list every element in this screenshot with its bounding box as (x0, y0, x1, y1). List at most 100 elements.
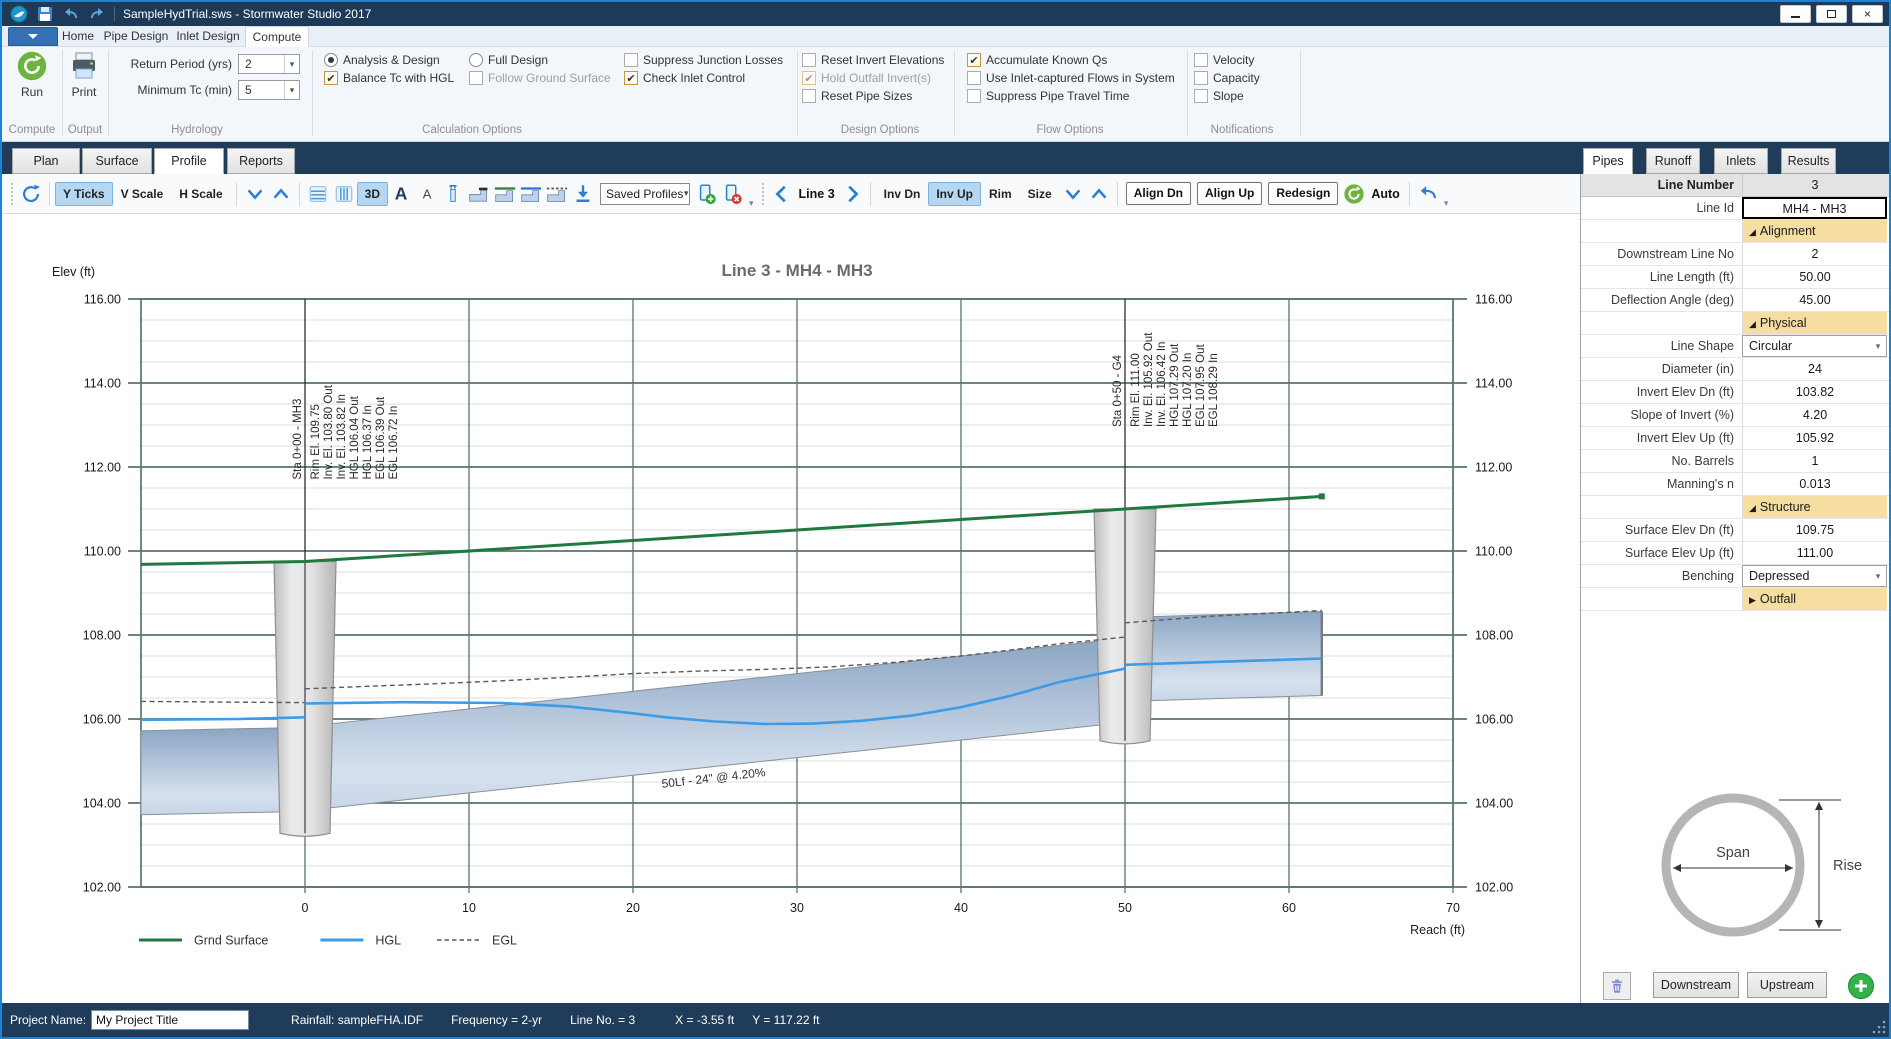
checkbox-reset-invert-elevations[interactable]: Reset Invert Elevations (802, 53, 944, 67)
ribbon-tab-inlet-design[interactable]: Inlet Design (173, 26, 243, 47)
view-tab-reports[interactable]: Reports (227, 148, 295, 174)
property-value[interactable]: Circular▾ (1742, 335, 1887, 357)
property-value[interactable]: 109.75 (1742, 519, 1887, 541)
upstream-button[interactable]: Upstream (1747, 972, 1827, 998)
next-line-icon[interactable] (839, 181, 865, 207)
checkbox-velocity[interactable]: Velocity (1194, 53, 1254, 67)
checkbox-hold-outfall-invert-s[interactable]: ✔Hold Outfall Invert(s) (802, 71, 931, 85)
export-icon[interactable] (570, 181, 596, 207)
chevron-up-icon[interactable] (1086, 181, 1112, 207)
toolbar-grip[interactable] (10, 183, 14, 205)
add-line-button[interactable] (1847, 972, 1875, 1000)
resize-grip[interactable] (1872, 1020, 1886, 1034)
prev-line-icon[interactable] (769, 181, 795, 207)
egl-profile-icon[interactable] (544, 181, 570, 207)
h-gridlines-icon[interactable] (305, 181, 331, 207)
section-header-structure[interactable]: ◢Structure (1742, 496, 1887, 518)
property-value[interactable]: 1 (1742, 450, 1887, 472)
toggle-size[interactable]: Size (1020, 182, 1060, 206)
property-value[interactable]: 103.82 (1742, 381, 1887, 403)
minimize-button[interactable] (1780, 5, 1811, 23)
property-value[interactable]: Depressed▾ (1742, 565, 1887, 587)
radio-full-design[interactable]: Full Design (469, 53, 548, 67)
undo-icon[interactable] (62, 5, 80, 23)
run-button[interactable]: Run (16, 50, 48, 99)
redo-icon[interactable] (88, 5, 106, 23)
align-dn-button[interactable]: Align Dn (1126, 182, 1191, 205)
panel-tab-pipes[interactable]: Pipes (1583, 148, 1633, 174)
checkbox-accumulate-known-qs[interactable]: ✔Accumulate Known Qs (967, 53, 1107, 67)
add-profile-icon[interactable] (694, 181, 720, 207)
view-tab-profile[interactable]: Profile (154, 148, 224, 174)
ribbon-tab-pipe-design[interactable]: Pipe Design (101, 26, 171, 47)
checkbox-use-inlet-captured-flows-in-system[interactable]: Use Inlet-captured Flows in System (967, 71, 1175, 85)
return-period-select[interactable]: 2▾ (238, 54, 300, 74)
panel-tab-results[interactable]: Results (1781, 148, 1836, 174)
checkbox-capacity[interactable]: Capacity (1194, 71, 1260, 85)
property-value[interactable]: MH4 - MH3 (1742, 197, 1887, 219)
toggle-rim[interactable]: Rim (981, 182, 1020, 206)
chevron-up-icon[interactable] (268, 181, 294, 207)
toggle-y-ticks[interactable]: Y Ticks (55, 182, 113, 206)
pipe-segment[interactable] (1125, 611, 1322, 701)
auto-run-icon[interactable] (1341, 181, 1367, 207)
section-header-physical[interactable]: ◢Physical (1742, 312, 1887, 334)
section-header-alignment[interactable]: ◢Alignment (1742, 220, 1887, 242)
property-value[interactable]: 50.00 (1742, 266, 1887, 288)
panel-tab-inlets[interactable]: Inlets (1714, 148, 1768, 174)
hgl-profile-icon[interactable] (518, 181, 544, 207)
font-large-icon[interactable]: A (388, 181, 414, 207)
toolbar-grip[interactable] (761, 183, 765, 205)
toggle-v-scale[interactable]: V Scale (113, 182, 172, 206)
font-small-icon[interactable]: A (414, 181, 440, 207)
property-value[interactable]: 45.00 (1742, 289, 1887, 311)
refresh-icon[interactable] (18, 181, 44, 207)
checkbox-follow-ground-surface[interactable]: Follow Ground Surface (469, 71, 611, 85)
delete-line-button[interactable] (1603, 972, 1631, 1000)
section-header-outfall[interactable]: ▶Outfall (1742, 588, 1887, 610)
maximize-button[interactable] (1816, 5, 1847, 23)
property-value[interactable]: 105.92 (1742, 427, 1887, 449)
downstream-button[interactable]: Downstream (1653, 972, 1739, 998)
property-value[interactable]: 4.20 (1742, 404, 1887, 426)
toolbar-overflow-icon[interactable]: ▾ (749, 198, 754, 213)
save-icon[interactable] (36, 5, 54, 23)
toggle-3d[interactable]: 3D (357, 182, 388, 206)
app-menu-button[interactable] (8, 27, 58, 46)
align-up-button[interactable]: Align Up (1197, 182, 1262, 205)
property-value[interactable]: 24 (1742, 358, 1887, 380)
checkbox-reset-pipe-sizes[interactable]: Reset Pipe Sizes (802, 89, 912, 103)
ribbon-tab-home[interactable]: Home (57, 26, 99, 47)
view-tab-surface[interactable]: Surface (82, 148, 152, 174)
v-gridlines-icon[interactable] (331, 181, 357, 207)
app-icon[interactable] (10, 5, 28, 23)
toolbar-overflow-icon[interactable]: ▾ (1444, 198, 1449, 213)
saved-profiles-select[interactable]: Saved Profiles▾ (600, 183, 690, 205)
property-value[interactable]: 2 (1742, 243, 1887, 265)
checkbox-suppress-pipe-travel-time[interactable]: Suppress Pipe Travel Time (967, 89, 1129, 103)
ground-profile-icon[interactable] (492, 181, 518, 207)
manhole-icon[interactable] (440, 181, 466, 207)
toggle-h-scale[interactable]: H Scale (171, 182, 230, 206)
undo-icon[interactable] (1415, 181, 1441, 207)
radio-analysis-design[interactable]: Analysis & Design (324, 53, 440, 67)
property-value[interactable]: 111.00 (1742, 542, 1887, 564)
checkbox-suppress-junction-losses[interactable]: Suppress Junction Losses (624, 53, 783, 67)
toggle-inv-up[interactable]: Inv Up (928, 182, 981, 206)
property-value[interactable]: 0.013 (1742, 473, 1887, 495)
close-button[interactable]: × (1852, 5, 1883, 23)
ribbon-tab-compute[interactable]: Compute (245, 26, 309, 47)
delete-profile-icon[interactable] (720, 181, 746, 207)
chevron-down-icon[interactable] (1060, 181, 1086, 207)
toggle-inv-dn[interactable]: Inv Dn (876, 182, 929, 206)
checkbox-check-inlet-control[interactable]: ✔Check Inlet Control (624, 71, 745, 85)
project-name-input[interactable] (91, 1010, 249, 1030)
pipe-profile-icon[interactable] (466, 181, 492, 207)
property-value[interactable]: 3 (1742, 174, 1887, 196)
checkbox-balance-tc-with-hgl[interactable]: ✔Balance Tc with HGL (324, 71, 454, 85)
view-tab-plan[interactable]: Plan (12, 148, 80, 174)
checkbox-slope[interactable]: Slope (1194, 89, 1244, 103)
profile-chart[interactable]: 102.00102.00104.00104.00106.00106.00108.… (2, 214, 1580, 1003)
chevron-down-icon[interactable] (242, 181, 268, 207)
min-tc-select[interactable]: 5▾ (238, 80, 300, 100)
